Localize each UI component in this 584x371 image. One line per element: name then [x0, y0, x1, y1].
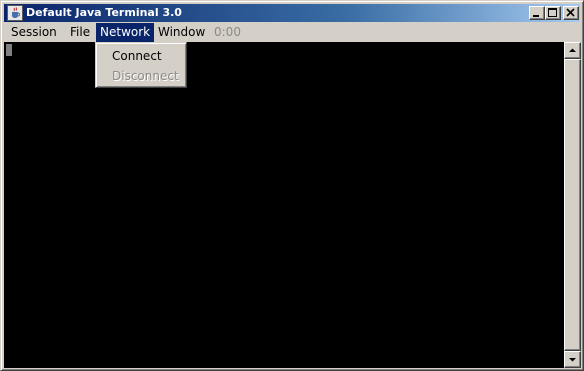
menu-session[interactable]: Session: [7, 23, 61, 42]
arrow-up-icon: [569, 48, 576, 52]
maximize-button[interactable]: [545, 6, 561, 20]
menu-network[interactable]: Network: [96, 23, 155, 42]
scroll-thumb[interactable]: [564, 59, 581, 351]
vertical-scrollbar[interactable]: [564, 42, 581, 368]
close-button[interactable]: [563, 6, 579, 20]
menu-window[interactable]: Window: [154, 23, 209, 42]
network-dropdown-menu: Connect Disconnect: [95, 42, 187, 88]
menu-file[interactable]: File: [66, 23, 94, 42]
maximize-icon: [548, 8, 557, 17]
scroll-down-button[interactable]: [564, 351, 581, 368]
menu-item-connect[interactable]: Connect: [99, 46, 183, 66]
menu-bar: Session File Network Window 0:00: [4, 23, 580, 42]
text-cursor: [6, 44, 12, 56]
app-window: Default Java Terminal 3.0 Session File N…: [0, 0, 584, 371]
terminal-screen[interactable]: [4, 42, 564, 368]
minimize-button[interactable]: [529, 6, 545, 20]
title-bar[interactable]: Default Java Terminal 3.0: [4, 4, 580, 22]
window-title: Default Java Terminal 3.0: [26, 6, 182, 19]
close-icon: [566, 8, 575, 17]
minimize-icon: [533, 15, 539, 17]
arrow-down-icon: [569, 358, 576, 362]
connection-timer: 0:00: [214, 25, 241, 39]
java-cup-icon[interactable]: [7, 5, 23, 21]
menu-item-disconnect: Disconnect: [112, 69, 179, 83]
scroll-up-button[interactable]: [564, 42, 581, 59]
